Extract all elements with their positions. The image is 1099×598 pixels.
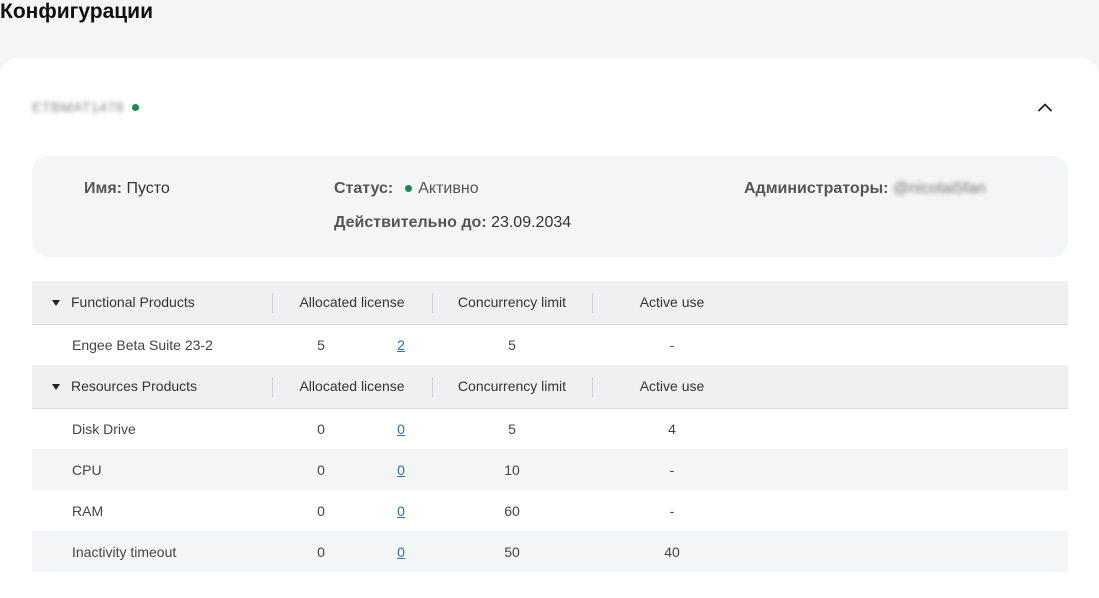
active-value: 4 [668, 420, 676, 437]
configuration-info: Имя: Пусто Статус: Активно Действительно … [32, 156, 1068, 257]
admins-label: Администраторы: [744, 180, 889, 197]
configuration-header[interactable]: ETBMAT1478 [32, 96, 1068, 118]
name-label: Имя: [84, 180, 122, 197]
collapse-button[interactable] [1034, 96, 1056, 118]
concurrency-value: 5 [508, 336, 516, 353]
table-row: CPU 0 0 10 - [32, 449, 1068, 490]
info-admins: Администраторы: @nicolai5fan [744, 180, 986, 198]
allocated-link[interactable]: 0 [396, 544, 406, 560]
concurrency-value: 60 [504, 502, 520, 519]
column-header-concurrency: Concurrency limit [432, 365, 592, 409]
status-active-dot [405, 184, 413, 192]
active-value: - [592, 449, 752, 490]
table-row: Inactivity timeout 0 0 50 40 [32, 531, 1068, 572]
active-value: 40 [592, 531, 752, 572]
configuration-id: ETBMAT1478 [32, 99, 124, 115]
column-header-concurrency: Concurrency limit [432, 281, 592, 325]
status-value: Активно [418, 180, 479, 197]
column-header-allocated: Allocated license [272, 281, 432, 325]
concurrency-value: 50 [432, 531, 592, 572]
concurrency-value: 5 [508, 420, 516, 437]
table-row: RAM 0 0 60 - [32, 490, 1068, 531]
allocated-value: 0 [317, 502, 325, 519]
valid-until-value: 23.09.2034 [491, 214, 572, 231]
column-header-active: Active use [592, 281, 752, 325]
allocated-link[interactable]: 0 [396, 421, 406, 437]
info-valid-until: Действительно до: 23.09.2034 [334, 214, 571, 232]
name-value: Пусто [126, 180, 170, 197]
status-indicator-dot [131, 103, 139, 111]
row-name: RAM [72, 502, 104, 519]
chevron-up-icon [1038, 103, 1052, 112]
active-value: - [669, 336, 675, 353]
column-header-active: Active use [592, 365, 752, 409]
table-row: Engee Beta Suite 23-2 5 2 5 - [32, 324, 1068, 365]
allocated-value: 5 [317, 336, 325, 353]
concurrency-value: 10 [432, 449, 592, 490]
allocated-link[interactable]: 0 [396, 462, 406, 478]
group-name: Functional Products [71, 294, 195, 311]
group-header-resources: Resources Products Allocated license Con… [32, 365, 1068, 409]
active-value: - [669, 502, 675, 519]
allocated-value: 0 [317, 461, 325, 478]
group-name: Resources Products [71, 378, 198, 395]
status-label: Статус: [334, 180, 394, 197]
table-row: Disk Drive 0 0 5 4 [32, 408, 1068, 449]
allocated-link[interactable]: 2 [396, 337, 406, 353]
info-status: Статус: Активно [334, 180, 479, 198]
allocated-value: 0 [317, 420, 325, 437]
allocated-link[interactable]: 0 [396, 503, 406, 519]
page-title: Конфигурации [0, 0, 153, 23]
admins-value: @nicolai5fan [892, 180, 986, 197]
row-name: Inactivity timeout [32, 531, 272, 572]
row-name: Engee Beta Suite 23-2 [72, 336, 213, 353]
collapse-triangle-icon[interactable] [52, 384, 60, 391]
group-header-functional: Functional Products Allocated license Co… [32, 281, 1068, 325]
valid-until-label: Действительно до: [334, 214, 487, 231]
collapse-triangle-icon[interactable] [52, 300, 60, 307]
allocated-value: 0 [317, 543, 325, 560]
row-name: CPU [32, 449, 272, 490]
configuration-card: ETBMAT1478 Имя: Пусто Статус: Активно Дей… [0, 58, 1099, 598]
info-name: Имя: Пусто [84, 180, 170, 198]
row-name: Disk Drive [72, 420, 136, 437]
column-header-allocated: Allocated license [272, 365, 432, 409]
license-table: Functional Products Allocated license Co… [32, 281, 1068, 572]
